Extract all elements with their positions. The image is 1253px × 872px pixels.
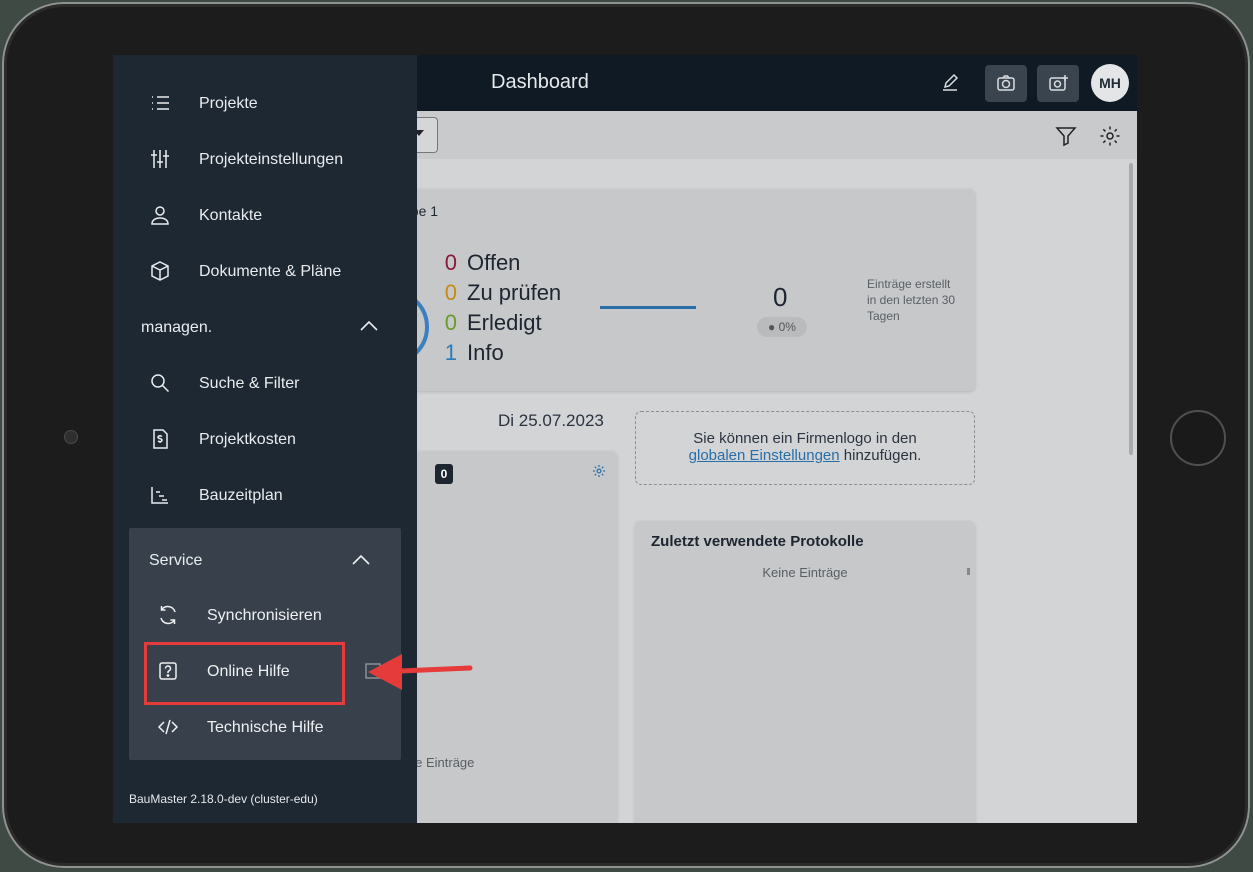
- annotation-arrow-icon: [365, 654, 473, 690]
